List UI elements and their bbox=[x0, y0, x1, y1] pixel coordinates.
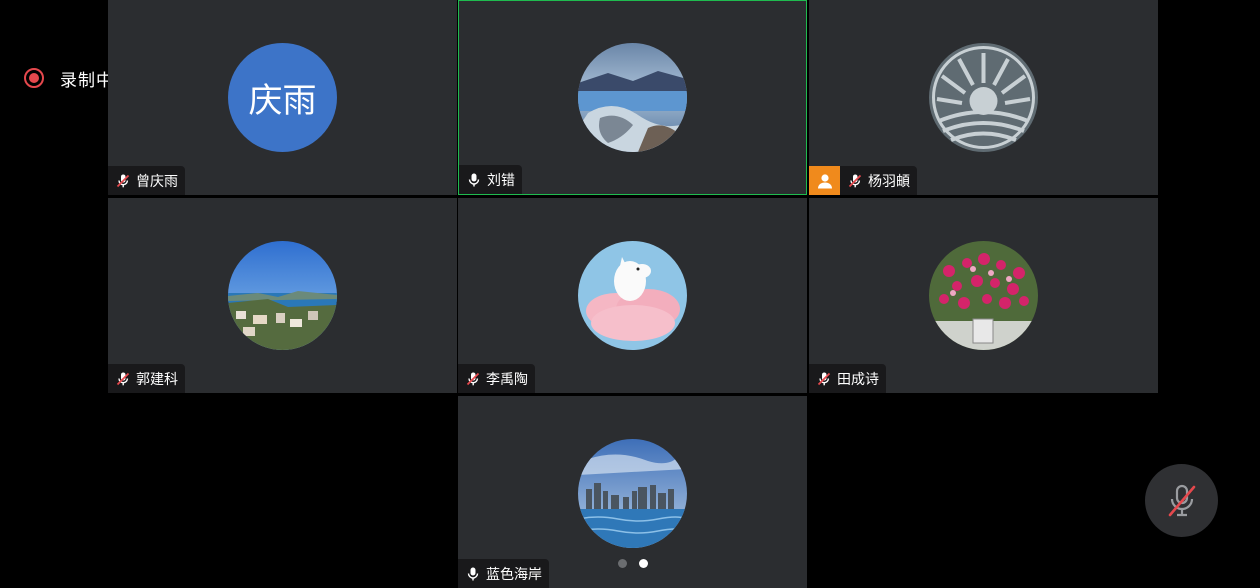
participant-name: 郭建科 bbox=[136, 371, 178, 388]
page-dot-1[interactable] bbox=[618, 559, 627, 568]
name-tag: 田成诗 bbox=[809, 364, 886, 393]
avatar bbox=[578, 43, 687, 152]
mic-icon bbox=[464, 565, 481, 582]
mute-toggle-button[interactable] bbox=[1145, 464, 1218, 537]
avatar bbox=[929, 241, 1038, 350]
participant-name: 杨羽頔 bbox=[868, 173, 910, 190]
participant-tile[interactable]: 郭建科 bbox=[108, 198, 457, 393]
page-indicator[interactable] bbox=[618, 559, 648, 568]
recording-indicator: 录制中 bbox=[24, 66, 114, 91]
avatar bbox=[228, 241, 337, 350]
participant-name: 刘错 bbox=[487, 172, 515, 189]
name-tag: 李禹陶 bbox=[458, 364, 535, 393]
mic-muted-icon bbox=[815, 370, 832, 387]
participant-tile[interactable]: 田成诗 bbox=[809, 198, 1158, 393]
mic-icon bbox=[465, 171, 482, 188]
page-dot-2-current[interactable] bbox=[639, 559, 648, 568]
person-icon bbox=[809, 166, 840, 195]
mic-muted-icon bbox=[464, 370, 481, 387]
mic-muted-icon bbox=[1168, 484, 1195, 516]
avatar bbox=[578, 241, 687, 350]
record-icon bbox=[24, 68, 44, 88]
avatar bbox=[578, 439, 687, 548]
mic-muted-icon bbox=[114, 172, 131, 189]
mic-muted-icon bbox=[114, 370, 131, 387]
avatar: 庆雨 bbox=[228, 43, 337, 152]
participant-tile[interactable]: 庆雨 曾庆雨 bbox=[108, 0, 457, 195]
avatar bbox=[929, 43, 1038, 152]
name-tag: 刘错 bbox=[459, 165, 522, 194]
participant-name: 李禹陶 bbox=[486, 371, 528, 388]
participant-tile[interactable]: 李禹陶 bbox=[458, 198, 807, 393]
participant-tile-active[interactable]: 刘错 bbox=[458, 0, 807, 195]
recording-label: 录制中 bbox=[60, 70, 114, 91]
name-tag: 郭建科 bbox=[108, 364, 185, 393]
participant-name: 曾庆雨 bbox=[136, 173, 178, 190]
participant-name: 田成诗 bbox=[837, 371, 879, 388]
name-tag: 曾庆雨 bbox=[108, 166, 185, 195]
participant-tile[interactable]: 杨羽頔 bbox=[809, 0, 1158, 195]
mic-muted-icon bbox=[846, 172, 863, 189]
participant-name: 蓝色海岸 bbox=[486, 566, 542, 583]
name-tag: 杨羽頔 bbox=[840, 166, 917, 195]
name-tag: 蓝色海岸 bbox=[458, 559, 549, 588]
